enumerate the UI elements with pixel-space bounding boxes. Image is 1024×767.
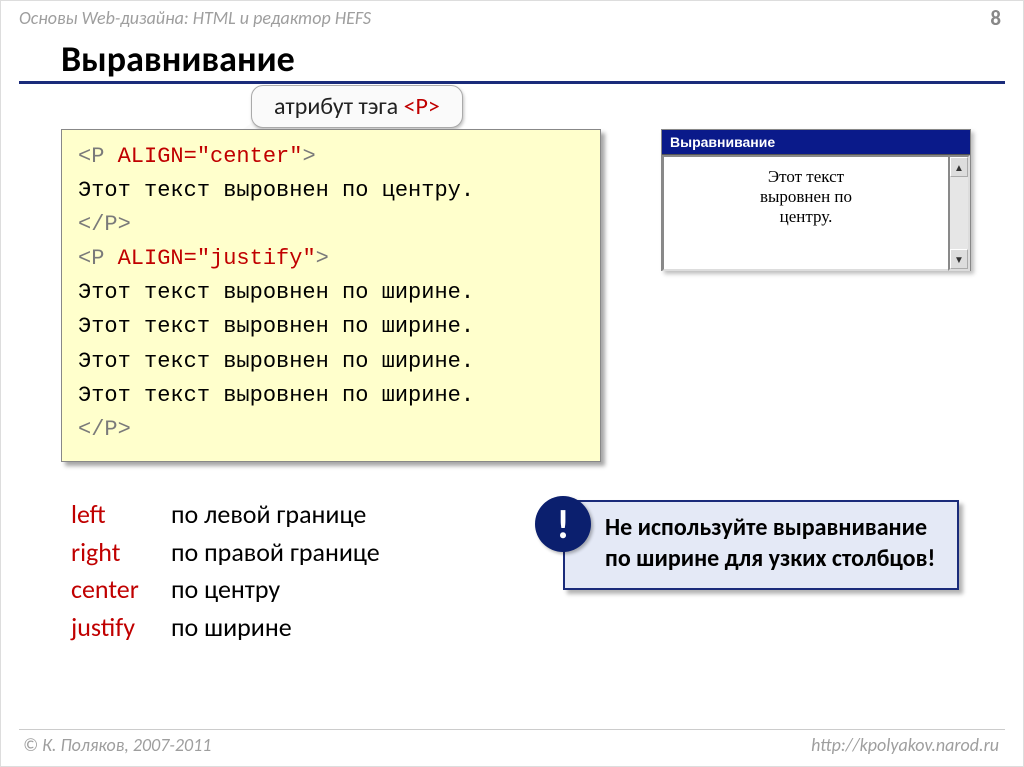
page-number: 8 <box>990 5 1001 31</box>
slide: Основы Web-дизайна: HTML и редактор HEFS… <box>0 0 1024 767</box>
warning-box: Не используйте выравнивание по ширине дл… <box>563 500 959 590</box>
code-line: Этот текст выровнен по ширине. <box>78 379 584 413</box>
preview-content: Этот текст выровнен по центру. <box>662 155 948 271</box>
code-box: <P ALIGN="center"> Этот текст выровнен п… <box>61 129 601 462</box>
browser-preview: Выравнивание Этот текст выровнен по цент… <box>661 129 971 271</box>
preview-body: Этот текст выровнен по центру. ▲ ▼ <box>662 155 970 271</box>
code-line: <P ALIGN="justify"> <box>78 242 584 276</box>
title-divider <box>19 81 1005 84</box>
scroll-up-icon[interactable]: ▲ <box>950 157 968 177</box>
footer-url: http://kpolyakov.narod.ru <box>811 734 999 756</box>
scroll-track[interactable] <box>950 177 968 249</box>
legend-row: justifyпо ширине <box>71 609 380 647</box>
code-line: Этот текст выровнен по ширине. <box>78 345 584 379</box>
footer-divider <box>19 729 1005 730</box>
code-line: <P ALIGN="center"> <box>78 140 584 174</box>
code-line: </P> <box>78 208 584 242</box>
warning-text: Не используйте выравнивание по ширине дл… <box>605 513 935 573</box>
callout-bubble: атрибут тэга <P> <box>251 85 463 128</box>
callout-text: атрибут тэга <box>274 92 404 121</box>
footer-copyright: © К. Поляков, 2007-2011 <box>23 734 211 756</box>
warning-icon: ! <box>535 496 591 552</box>
code-line: </P> <box>78 413 584 447</box>
legend-row: centerпо центру <box>71 571 380 609</box>
callout-tag: <P> <box>404 92 440 121</box>
legend-row: leftпо левой границе <box>71 496 380 534</box>
code-line: Этот текст выровнен по ширине. <box>78 310 584 344</box>
preview-titlebar: Выравнивание <box>662 130 970 155</box>
align-legend: leftпо левой границе rightпо правой гран… <box>71 496 380 647</box>
page-title: Выравнивание <box>61 37 295 81</box>
scroll-down-icon[interactable]: ▼ <box>950 249 968 269</box>
header-text: Основы Web-дизайна: HTML и редактор HEFS <box>19 7 1005 29</box>
legend-row: rightпо правой границе <box>71 534 380 572</box>
code-line: Этот текст выровнен по ширине. <box>78 276 584 310</box>
code-line: Этот текст выровнен по центру. <box>78 174 584 208</box>
scrollbar[interactable]: ▲ ▼ <box>948 155 970 271</box>
